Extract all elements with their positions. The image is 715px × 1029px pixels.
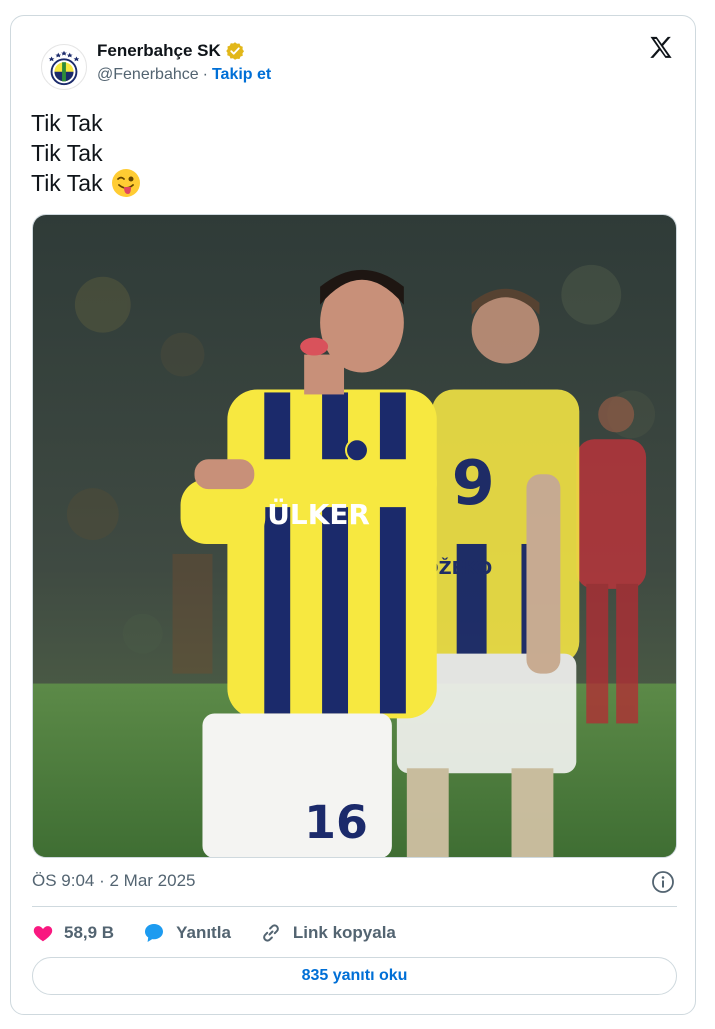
like-count: 58,9 B (64, 923, 115, 942)
tweet-timestamp[interactable]: ÖS 9:04 · 2 Mar 2025 (32, 871, 195, 891)
author-name-row: Fenerbahçe SK (97, 40, 245, 62)
jersey-sponsor: ÜLKER (267, 497, 370, 531)
separator-dot: · (202, 66, 208, 83)
link-icon (263, 924, 279, 942)
tweet-line: Tik Tak (31, 110, 103, 136)
reply-label: Yanıtla (176, 923, 231, 942)
info-icon[interactable] (651, 870, 675, 894)
tweet-card: Fenerbahçe SK @Fenerbahce · Takip et Tik… (10, 15, 696, 1015)
club-crest-avatar[interactable] (41, 44, 87, 90)
like-button[interactable]: 58,9 B (32, 922, 114, 944)
back-jersey-number: 9 (452, 447, 495, 519)
heart-icon (33, 926, 53, 942)
front-jersey-number: 16 (304, 795, 368, 849)
tweet-text: Tik Tak Tik Tak Tik Tak (31, 108, 141, 198)
winking-tongue-emoji-icon (111, 169, 140, 197)
reply-button[interactable]: Yanıtla (142, 921, 231, 945)
copy-link-label: Link kopyala (292, 923, 396, 942)
follow-button[interactable]: Takip et (212, 66, 271, 84)
tweet-photo[interactable]: 9 DŽEKO ÜLKER 16 (32, 214, 677, 858)
tweet-line: Tik Tak (31, 168, 141, 198)
divider (32, 906, 677, 907)
author-handle[interactable]: @Fenerbahce (97, 66, 199, 84)
tweet-line: Tik Tak (31, 140, 103, 166)
verified-badge-icon (226, 42, 244, 60)
author-display-name[interactable]: Fenerbahçe SK (97, 41, 221, 61)
reply-bubble-icon (145, 924, 164, 942)
author-handle-row: @Fenerbahce · Takip et (97, 66, 271, 84)
x-logo-icon[interactable] (647, 34, 675, 62)
copy-link-button[interactable]: Link kopyala (259, 921, 396, 945)
read-replies-button[interactable]: 835 yanıtı oku (32, 957, 677, 995)
tweet-actions: 58,9 B Yanıtla Link kopyala (32, 919, 424, 947)
